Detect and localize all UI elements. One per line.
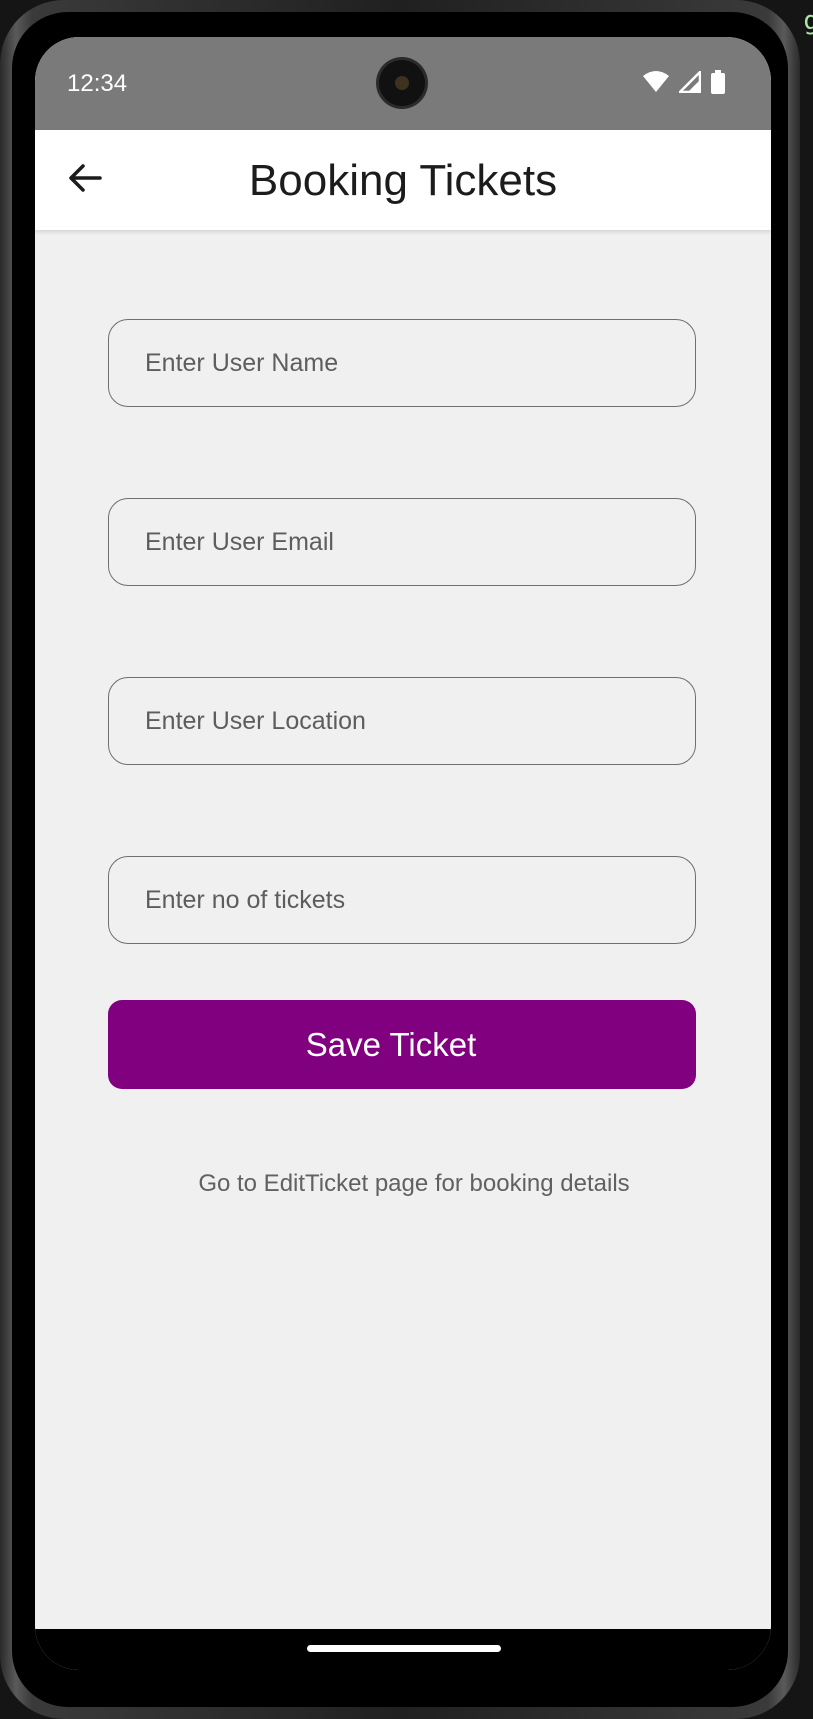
user-location-field[interactable] [108, 677, 696, 765]
save-ticket-button[interactable]: Save Ticket [108, 1000, 696, 1089]
wifi-icon [643, 71, 669, 98]
home-indicator[interactable] [307, 1645, 501, 1652]
user-name-field[interactable] [108, 319, 696, 407]
cell-signal-icon [676, 68, 702, 98]
app-screen: 12:34 Booking Tickets Enter User Name En… [35, 37, 771, 1670]
device-stage: g 12:34 Booking Tickets Enter User Name … [0, 0, 813, 1719]
app-bar: Booking Tickets [35, 130, 771, 230]
ticket-count-field[interactable] [108, 856, 696, 944]
ticket-count-input[interactable] [109, 857, 695, 943]
user-email-field[interactable] [108, 498, 696, 586]
user-location-input[interactable] [109, 678, 695, 764]
edit-ticket-hint: Go to EditTicket page for booking detail… [198, 1170, 630, 1197]
page-title: Booking Tickets [248, 156, 558, 205]
user-name-input[interactable] [109, 320, 695, 406]
status-time: 12:34 [67, 70, 128, 97]
status-icons [643, 68, 725, 99]
status-bar: 12:34 [35, 37, 771, 130]
background-glyph: g [803, 6, 813, 36]
battery-icon [711, 70, 725, 99]
gesture-nav-bar [35, 1629, 771, 1670]
front-camera [379, 60, 425, 106]
user-email-input[interactable] [109, 499, 695, 585]
